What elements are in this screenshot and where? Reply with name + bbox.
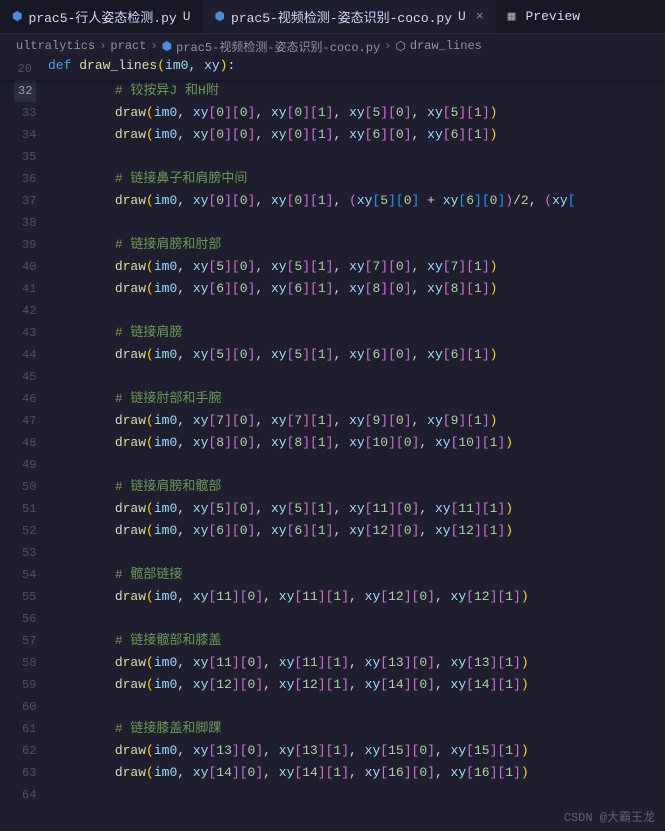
code-line: draw(im0, xy[11][0], xy[11][1], xy[12][0… [52,586,575,608]
line-number: 59 [8,674,36,696]
chevron-right-icon: › [99,39,106,53]
preview-icon: ▦ [508,9,516,24]
line-number: 61 [8,718,36,740]
line-number: 34 [8,124,36,146]
line-number: 20 [0,58,48,80]
breadcrumb-item[interactable]: pract [110,39,146,53]
code-line: draw(im0, xy[7][0], xy[7][1], xy[9][0], … [52,410,575,432]
code-line: # 链接肩膀和髋部 [52,476,575,498]
line-number: 44 [8,344,36,366]
line-number: 37 [8,190,36,212]
code-line [52,608,575,630]
line-number: 56 [8,608,36,630]
code-line: # 链接鼻子和肩膀中间 [52,168,575,190]
line-number: 42 [8,300,36,322]
code-line: # 链接膝盖和脚踝 [52,718,575,740]
code-line [52,542,575,564]
code-line: # 链接肩膀和肘部 [52,234,575,256]
line-number: 62 [8,740,36,762]
line-number: 48 [8,432,36,454]
tab-label: prac5-视频检测-姿态识别-coco.py [231,7,452,26]
code-line [52,366,575,388]
editor: 20 def draw_lines(im0, xy): 323334353637… [0,58,665,831]
code-area[interactable]: # 铰按异J 和H附 draw(im0, xy[0][0], xy[0][1],… [52,58,575,831]
chevron-right-icon: › [150,39,157,53]
code-line [52,212,575,234]
chevron-right-icon: › [384,39,391,53]
code-line [52,696,575,718]
code-line: def draw_lines(im0, xy): [48,58,235,80]
tab-preview[interactable]: ▦ Preview [496,0,592,33]
code-line: draw(im0, xy[0][0], xy[0][1], (xy[5][0] … [52,190,575,212]
line-number: 40 [8,256,36,278]
code-line: draw(im0, xy[5][0], xy[5][1], xy[11][0],… [52,498,575,520]
code-line: draw(im0, xy[13][0], xy[13][1], xy[15][0… [52,740,575,762]
current-line-badge: 32 [14,80,36,102]
line-number: 52 [8,520,36,542]
code-line [52,146,575,168]
line-number: 57 [8,630,36,652]
code-line [52,300,575,322]
line-number: 64 [8,784,36,806]
line-number: 51 [8,498,36,520]
code-line: # 铰按异J 和H附 [52,80,575,102]
code-line: draw(im0, xy[0][0], xy[0][1], xy[5][0], … [52,102,575,124]
line-number: 35 [8,146,36,168]
line-number: 33 [8,102,36,124]
line-number: 60 [8,696,36,718]
line-number: 58 [8,652,36,674]
python-icon: ⬢ [162,39,172,54]
code-line: # 链接髋部和膝盖 [52,630,575,652]
sticky-scroll-header[interactable]: 20 def draw_lines(im0, xy): [0,58,665,80]
code-line: draw(im0, xy[5][0], xy[5][1], xy[7][0], … [52,256,575,278]
breadcrumb-item[interactable]: prac5-视频检测-姿态识别-coco.py [176,38,380,55]
tab-file-2[interactable]: ⬢ prac5-视频检测-姿态识别-coco.py U × [203,0,496,33]
code-line: draw(im0, xy[11][0], xy[11][1], xy[13][0… [52,652,575,674]
code-line: draw(im0, xy[6][0], xy[6][1], xy[12][0],… [52,520,575,542]
line-number: 53 [8,542,36,564]
python-icon: ⬢ [215,9,225,24]
line-number: 63 [8,762,36,784]
tab-label: prac5-行人姿态检测.py [28,7,176,26]
line-number: 38 [8,212,36,234]
line-number: 47 [8,410,36,432]
code-line [52,454,575,476]
function-icon: ⬡ [395,39,405,54]
line-number: 41 [8,278,36,300]
code-line [52,784,575,806]
tab-label: Preview [525,9,580,24]
line-number: 55 [8,586,36,608]
line-number: 54 [8,564,36,586]
line-number: 46 [8,388,36,410]
code-line: draw(im0, xy[12][0], xy[12][1], xy[14][0… [52,674,575,696]
line-number: 36 [8,168,36,190]
code-line: draw(im0, xy[8][0], xy[8][1], xy[10][0],… [52,432,575,454]
line-number: 45 [8,366,36,388]
python-icon: ⬢ [12,9,22,24]
modified-badge: U [183,9,191,24]
line-number: 43 [8,322,36,344]
breadcrumb: ultralytics › pract › ⬢ prac5-视频检测-姿态识别-… [0,34,665,58]
breadcrumb-item[interactable]: ultralytics [16,39,95,53]
code-line: # 链接肩膀 [52,322,575,344]
line-gutter: 3233343536373839404142434445464748495051… [0,58,52,831]
line-number: 49 [8,454,36,476]
breadcrumb-item[interactable]: draw_lines [410,39,482,53]
code-line: # 髋部链接 [52,564,575,586]
watermark: CSDN @大霸王龙 [564,808,655,825]
tab-bar: ⬢ prac5-行人姿态检测.py U ⬢ prac5-视频检测-姿态识别-co… [0,0,665,34]
modified-badge: U [458,9,466,24]
tab-file-1[interactable]: ⬢ prac5-行人姿态检测.py U [0,0,203,33]
code-line: draw(im0, xy[6][0], xy[6][1], xy[8][0], … [52,278,575,300]
code-line: draw(im0, xy[5][0], xy[5][1], xy[6][0], … [52,344,575,366]
code-line: # 链接肘部和手腕 [52,388,575,410]
line-number: 39 [8,234,36,256]
line-number: 50 [8,476,36,498]
code-line: draw(im0, xy[0][0], xy[0][1], xy[6][0], … [52,124,575,146]
close-icon[interactable]: × [476,9,484,24]
code-line: draw(im0, xy[14][0], xy[14][1], xy[16][0… [52,762,575,784]
